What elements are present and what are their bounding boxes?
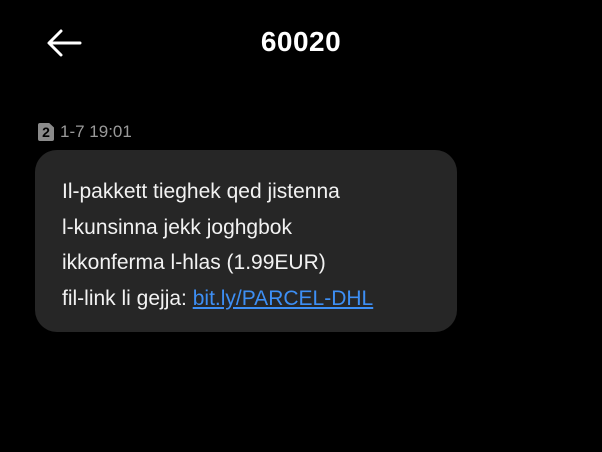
message-line: l-kunsinna jekk joghgbok <box>62 215 292 239</box>
message-line: Il-pakkett tieghek qed jistenna <box>62 180 340 203</box>
message-line: ikkonferma l-hlas (1.99EUR) <box>62 251 326 274</box>
conversation-title: 60020 <box>260 26 342 57</box>
message-timestamp: 1-7 19:01 <box>60 122 132 141</box>
message-link[interactable]: bit.ly/PARCEL-DHL <box>193 287 374 310</box>
message-bubble[interactable]: Il-pakkett tieghek qed jistenna l-kunsin… <box>35 150 457 332</box>
message-text: fil-link li gejja: <box>62 286 193 310</box>
message-line: fil-link li gejja: bit.ly/PARCEL-DHL <box>62 281 457 317</box>
message-meta: 2 1-7 19:01 <box>38 122 132 142</box>
sim-2-icon: 2 <box>38 123 54 141</box>
